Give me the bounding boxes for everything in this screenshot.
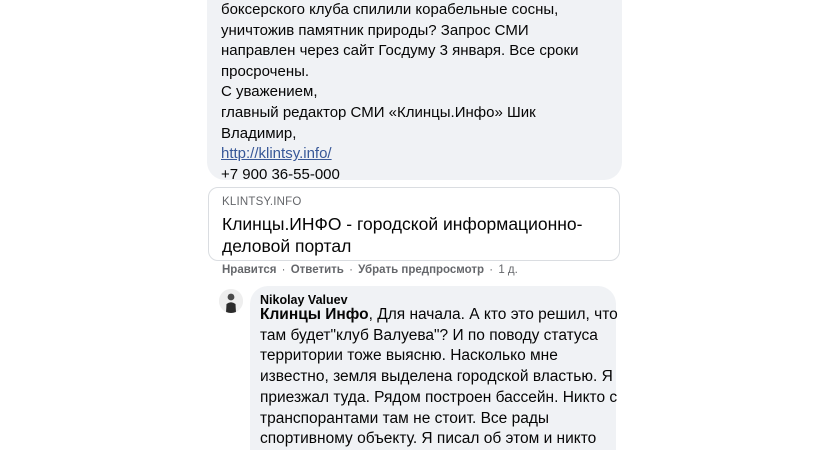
comment-thread: боксерского клуба спилили корабельные со… bbox=[0, 0, 840, 450]
action-separator: · bbox=[489, 264, 494, 276]
reply-line: приезжал туда. Рядом построен бассейн. Н… bbox=[260, 388, 618, 406]
avatar-person-icon bbox=[219, 289, 243, 313]
reply-button[interactable]: Ответить bbox=[291, 264, 344, 276]
link-preview-title-line: Клинцы.ИНФО - городской информационно- bbox=[222, 214, 583, 234]
reply-line: транспорантами там не стоит. Все рады bbox=[260, 409, 550, 427]
link-preview-domain: KLINTSY.INFO bbox=[222, 196, 302, 208]
comment-line: главный редактор СМИ «Клинцы.Инфо» Шик bbox=[221, 103, 536, 121]
reply-line: территории тоже выясню. Насколько мне bbox=[260, 347, 558, 365]
action-separator: · bbox=[281, 264, 286, 276]
like-button[interactable]: Нравится bbox=[222, 264, 276, 276]
comment-phone: +7 900 36-55-000 bbox=[221, 165, 340, 183]
comment-actions: Нравится · Ответить · Убрать предпросмот… bbox=[222, 264, 518, 276]
reply-line: , Для начала. А кто это решил, что bbox=[368, 306, 618, 323]
remove-preview-button[interactable]: Убрать предпросмотр bbox=[358, 264, 484, 276]
reply-line: спортивному объекту. Я писал об этом и н… bbox=[260, 430, 597, 448]
comment-line: боксерского клуба спилили корабельные со… bbox=[221, 1, 559, 18]
reply-line: там будет"клуб Валуева"? И по поводу ста… bbox=[260, 326, 598, 344]
link-preview-title: Клинцы.ИНФО - городской информационно- д… bbox=[222, 213, 614, 257]
action-separator: · bbox=[349, 264, 353, 276]
comment-line: С уважением, bbox=[221, 83, 318, 101]
comment-line: просрочены. bbox=[221, 62, 310, 80]
avatar[interactable] bbox=[219, 289, 243, 313]
link-preview-title-line: деловой портал bbox=[222, 236, 352, 256]
comment-timestamp[interactable]: 1 д. bbox=[498, 264, 518, 276]
comment-text: боксерского клуба спилили корабельные со… bbox=[221, 0, 616, 185]
comment-line: направлен через сайт Госдуму 3 января. В… bbox=[221, 42, 579, 60]
comment-line: Владимир, bbox=[221, 124, 297, 142]
reply-mention[interactable]: Клинцы Инфо bbox=[260, 306, 369, 323]
reply-text: Клинцы Инфо, Для начала. А кто это решил… bbox=[260, 305, 618, 450]
comment-link[interactable]: http://klintsy.info/ bbox=[221, 145, 332, 162]
link-preview-card[interactable]: KLINTSY.INFO Клинцы.ИНФО - городской инф… bbox=[208, 187, 620, 261]
comment-line: уничтожив памятник природы? Запрос СМИ bbox=[221, 21, 529, 39]
reply-line: известно, земля выделена городской власт… bbox=[260, 368, 613, 386]
